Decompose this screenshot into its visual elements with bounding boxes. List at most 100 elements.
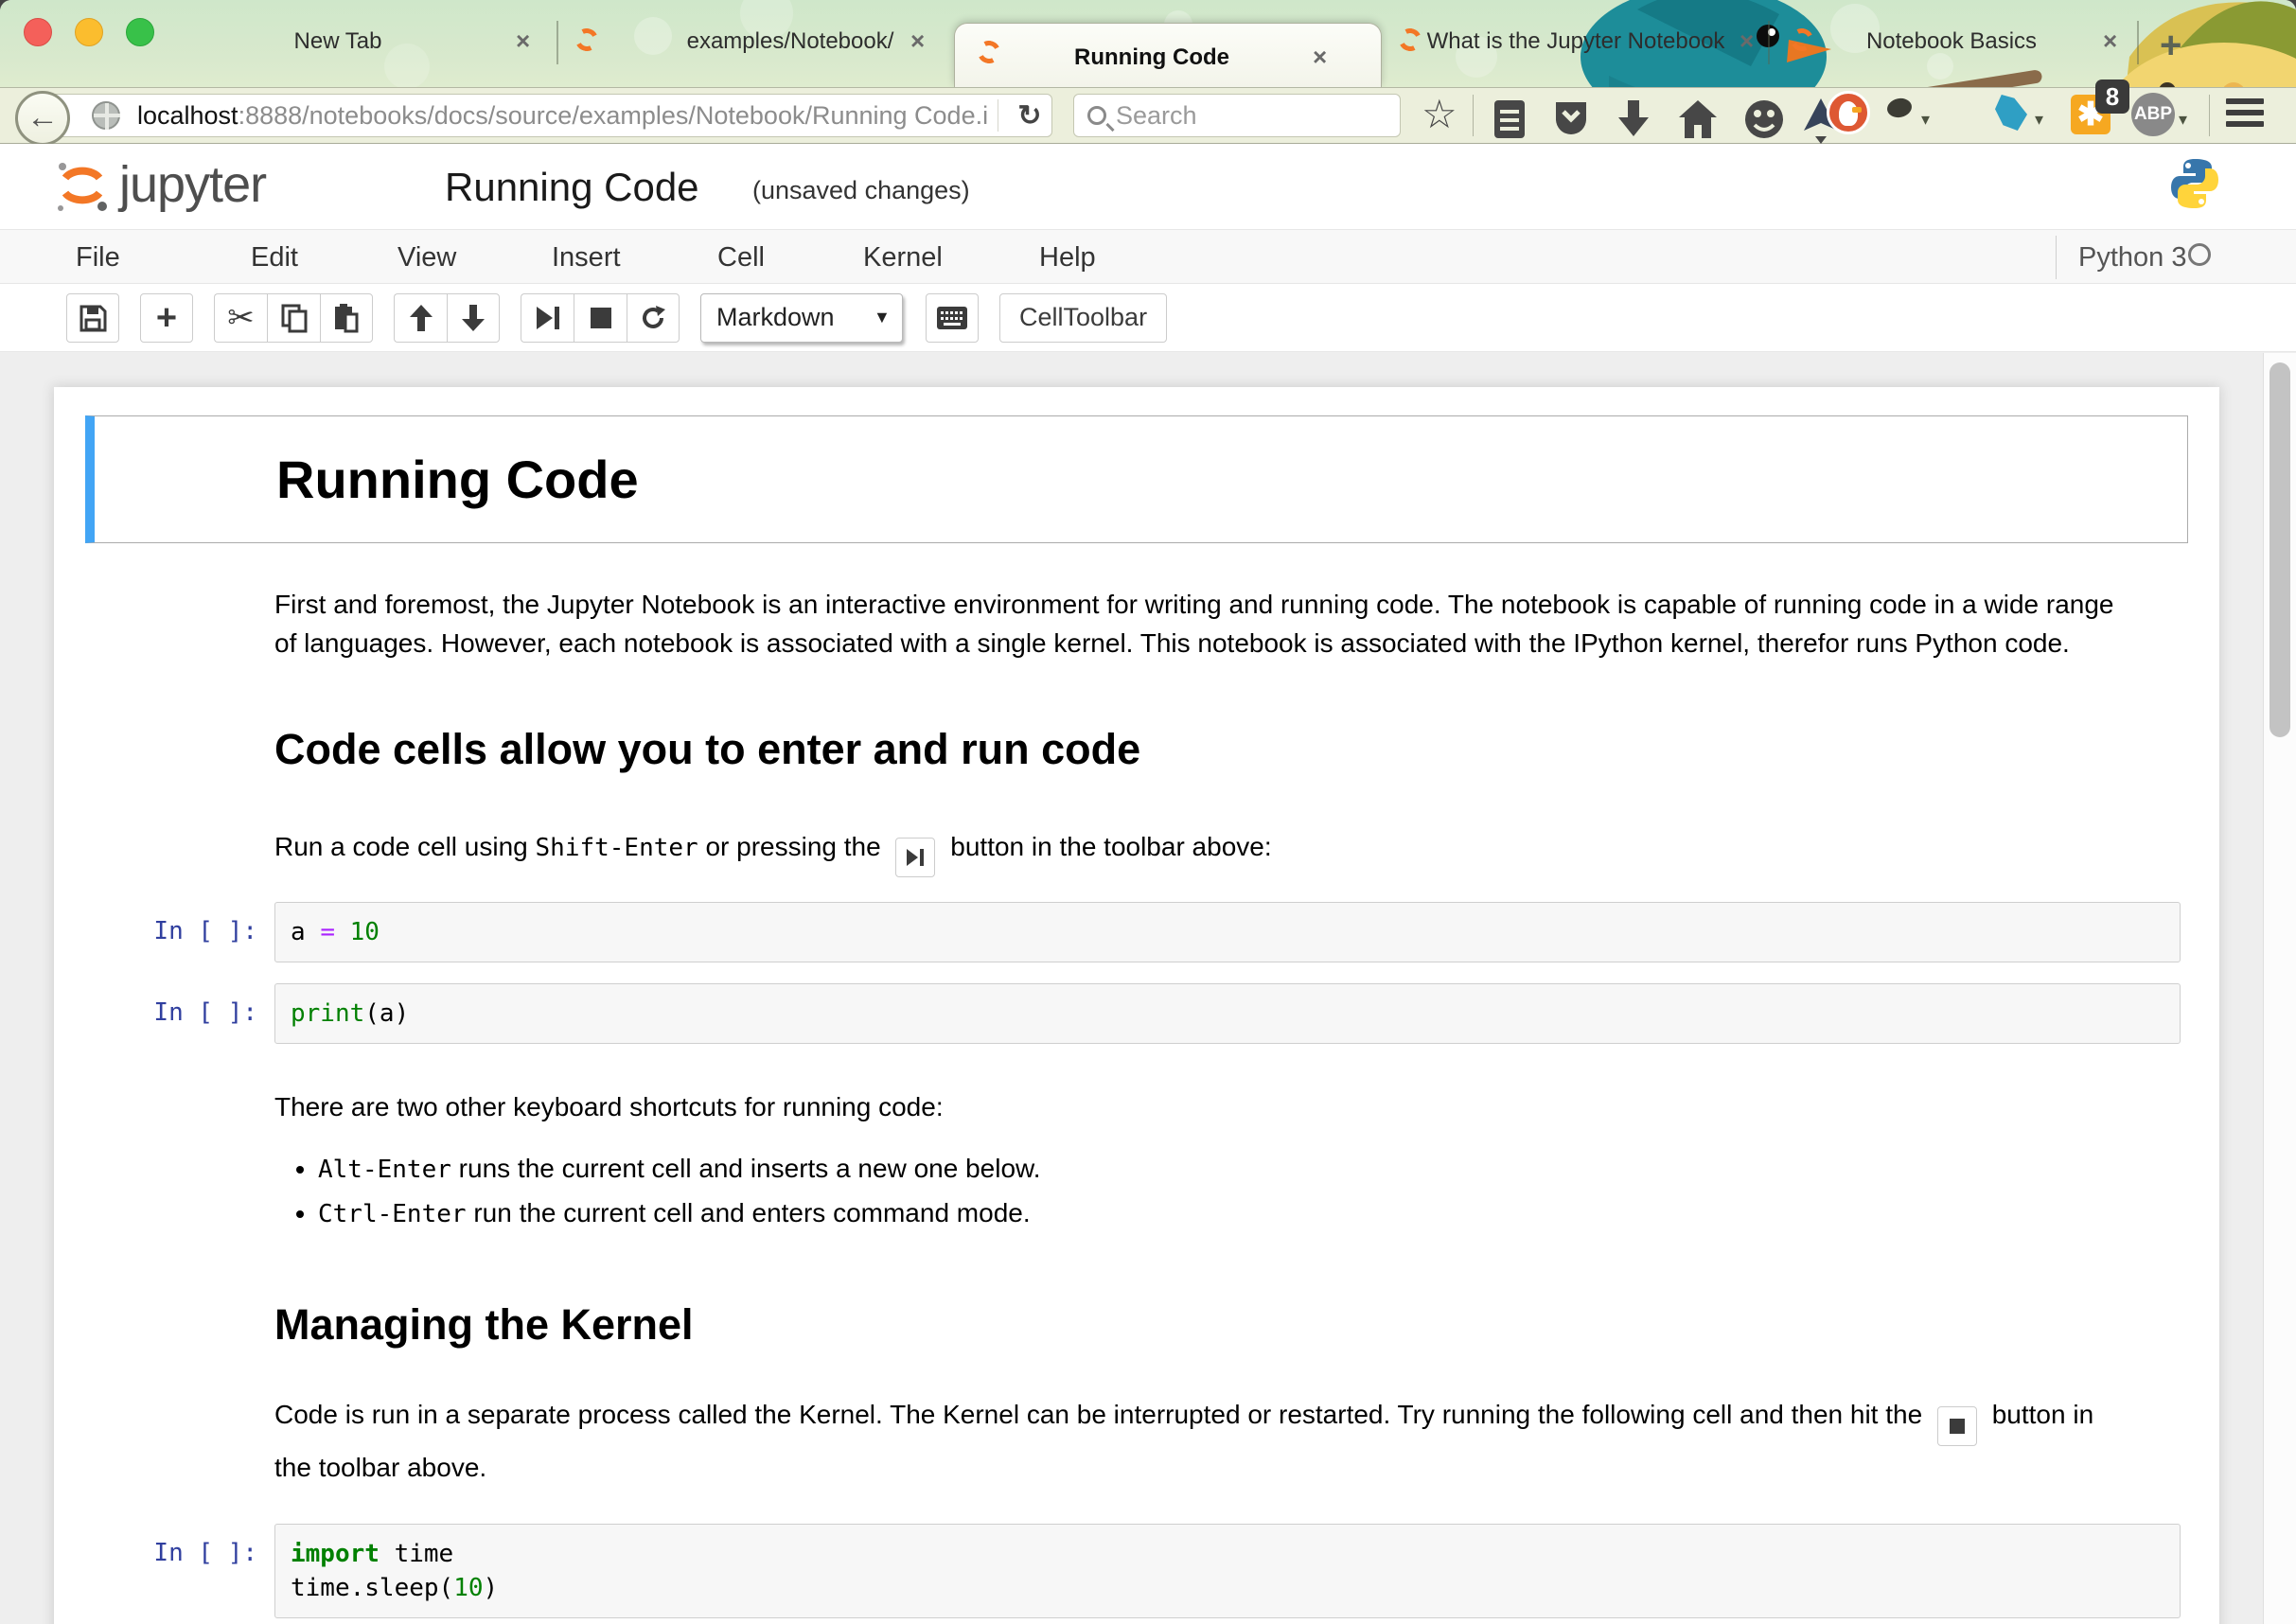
tab-divider <box>1768 21 1770 64</box>
chevron-down-icon[interactable]: ▾ <box>1921 110 1930 130</box>
markdown-cell[interactable]: First and foremost, the Jupyter Notebook… <box>274 585 2135 662</box>
chevron-down-icon[interactable]: ▾ <box>2035 110 2043 130</box>
markdown-cell[interactable]: Code cells allow you to enter and run co… <box>274 725 2135 774</box>
notebook-title[interactable]: Running Code <box>445 165 699 210</box>
select-arrow-icon: ▼ <box>874 308 902 327</box>
close-tab-icon[interactable]: × <box>2103 28 2117 53</box>
jupyter-logo-icon <box>55 153 110 216</box>
url-text[interactable]: localhost:8888/notebooks/docs/source/exa… <box>137 101 988 131</box>
notebook-h2-kernel: Managing the Kernel <box>274 1300 2135 1350</box>
run-cell-button[interactable] <box>521 293 574 343</box>
home-icon[interactable] <box>1677 98 1719 140</box>
cut-cell-button[interactable]: ✂ <box>214 293 267 343</box>
new-tab-button[interactable]: + <box>2160 25 2181 67</box>
markdown-cell[interactable]: Run a code cell using Shift-Enter or pre… <box>274 827 2135 877</box>
markdown-cell[interactable]: There are two other keyboard shortcuts f… <box>274 1087 2135 1234</box>
inline-stop-button-icon <box>1937 1406 1977 1446</box>
cell-type-select[interactable]: Markdown ▼ <box>700 293 903 343</box>
menu-edit[interactable]: Edit <box>251 242 298 274</box>
run-instruction: Run a code cell using Shift-Enter or pre… <box>274 827 2135 877</box>
list-item: Ctrl-Enter run the current cell and ente… <box>318 1193 2135 1234</box>
tab-notebook-basics[interactable]: Notebook Basics <box>1866 28 2037 55</box>
tab-new-tab[interactable]: New Tab <box>294 28 382 55</box>
close-tab-icon[interactable]: × <box>910 28 925 53</box>
download-icon[interactable] <box>1616 98 1651 140</box>
command-palette-button[interactable] <box>926 293 979 343</box>
extension-badge-count: 8 <box>2095 79 2129 114</box>
active-tab-label: Running Code <box>1074 44 1229 71</box>
checkpoint-status: (unsaved changes) <box>752 176 970 205</box>
code-cell[interactable]: In [ ]: import timetime.sleep(10) <box>85 1524 2188 1618</box>
menu-help[interactable]: Help <box>1039 242 1096 274</box>
notebook-container: Running Code First and foremost, the Jup… <box>54 387 2219 1624</box>
notebook-scroll-area[interactable]: Running Code First and foremost, the Jup… <box>0 353 2263 1624</box>
paste-cell-button[interactable] <box>320 293 373 343</box>
inline-code-shift-enter: Shift-Enter <box>536 834 698 862</box>
tab-examples-notebook[interactable]: examples/Notebook/ <box>687 28 894 55</box>
interrupt-kernel-button[interactable] <box>574 293 627 343</box>
python-logo-icon <box>2167 155 2222 212</box>
url-bar[interactable]: localhost:8888/notebooks/docs/source/exa… <box>42 94 1052 137</box>
shortcuts-list: Alt-Enter runs the current cell and inse… <box>274 1149 2135 1234</box>
feedback-smiley-icon[interactable] <box>1743 98 1785 140</box>
pocket-icon[interactable] <box>1552 98 1590 140</box>
code-input[interactable]: print(a) <box>274 983 2181 1044</box>
duckduckgo-icon[interactable] <box>1827 91 1870 134</box>
code-cell[interactable]: In [ ]: print(a) <box>85 983 2188 1044</box>
menu-cell[interactable]: Cell <box>717 242 765 274</box>
browser-window: New Tab × examples/Notebook/ × Running C… <box>0 0 2296 1624</box>
jupyter-menubar: File Edit View Insert Cell Kernel Help P… <box>0 229 2296 284</box>
close-window-button[interactable] <box>24 18 52 46</box>
code-input[interactable]: a = 10 <box>274 902 2181 962</box>
input-prompt: In [ ]: <box>85 902 274 962</box>
search-bar[interactable]: Search <box>1073 94 1401 137</box>
run-icon <box>535 305 561 331</box>
jupyter-logo-text: jupyter <box>119 155 266 214</box>
code-cell[interactable]: In [ ]: a = 10 <box>85 902 2188 962</box>
scrollbar-thumb[interactable] <box>2270 362 2290 737</box>
tab-running-code-active[interactable]: Running Code × <box>954 23 1382 87</box>
menu-file[interactable]: File <box>76 242 120 274</box>
close-tab-icon[interactable]: × <box>1740 28 1754 53</box>
list-item: Alt-Enter runs the current cell and inse… <box>318 1149 2135 1190</box>
reload-icon[interactable]: ↻ <box>1008 99 1051 132</box>
site-identity-globe-icon[interactable] <box>92 101 120 130</box>
add-cell-button[interactable]: + <box>140 293 193 343</box>
reading-list-icon[interactable] <box>1491 98 1528 140</box>
scrollbar-track[interactable] <box>2263 353 2296 1624</box>
jupyter-logo[interactable]: jupyter <box>55 153 266 216</box>
kernel-paragraph: Code is run in a separate process called… <box>274 1393 2135 1490</box>
menu-kernel[interactable]: Kernel <box>863 242 943 274</box>
markdown-cell[interactable]: Managing the Kernel <box>274 1300 2135 1350</box>
bookmark-star-icon[interactable]: ☆ <box>1422 91 1457 137</box>
markdown-cell-selected[interactable]: Running Code <box>85 415 2188 543</box>
save-button[interactable] <box>66 293 119 343</box>
chevron-down-icon[interactable]: ▾ <box>2179 110 2187 130</box>
code-input[interactable]: import timetime.sleep(10) <box>274 1524 2181 1618</box>
back-button[interactable]: ← <box>15 91 70 144</box>
arrow-down-icon <box>461 304 486 332</box>
menu-view[interactable]: View <box>397 242 456 274</box>
markdown-cell[interactable]: Code is run in a separate process called… <box>274 1393 2135 1490</box>
notebook-h2-code-cells: Code cells allow you to enter and run co… <box>274 725 2135 774</box>
navbar-divider <box>2209 95 2210 136</box>
browser-chrome: New Tab × examples/Notebook/ × Running C… <box>0 0 2296 144</box>
tab-what-is-jupyter[interactable]: What is the Jupyter Notebook <box>1427 28 1725 55</box>
jupyter-header: jupyter Running Code (unsaved changes) <box>0 144 2296 229</box>
minimize-window-button[interactable] <box>75 18 103 46</box>
zoom-window-button[interactable] <box>126 18 154 46</box>
celltoolbar-button[interactable]: CellToolbar <box>999 293 1167 343</box>
menu-insert[interactable]: Insert <box>552 242 621 274</box>
close-tab-icon[interactable]: × <box>1313 44 1327 69</box>
shortcuts-intro: There are two other keyboard shortcuts f… <box>274 1087 2135 1126</box>
navbar-divider <box>1473 95 1474 136</box>
adblock-plus-icon[interactable]: ABP <box>2131 93 2175 136</box>
restart-kernel-button[interactable] <box>627 293 680 343</box>
hamburger-menu-icon[interactable] <box>2226 98 2264 131</box>
tab-divider <box>2137 21 2139 64</box>
move-cell-up-button[interactable] <box>394 293 447 343</box>
move-cell-down-button[interactable] <box>447 293 500 343</box>
close-tab-icon[interactable]: × <box>516 28 530 53</box>
save-icon <box>79 304 107 332</box>
copy-cell-button[interactable] <box>267 293 320 343</box>
